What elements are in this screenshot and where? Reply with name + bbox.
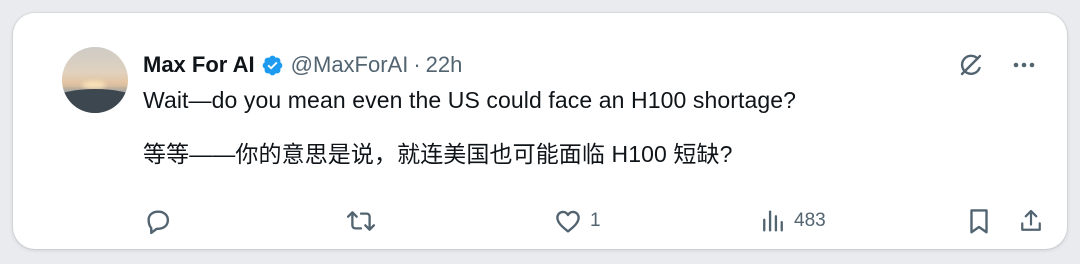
- share-button[interactable]: [1017, 203, 1045, 239]
- retweet-button[interactable]: [345, 203, 384, 239]
- avatar-hills: [62, 89, 128, 113]
- tweet-actions-bar: 1 483: [143, 203, 1041, 239]
- verified-badge-icon[interactable]: [261, 54, 284, 77]
- views-count: 483: [794, 210, 826, 231]
- tweet-top-actions: [955, 49, 1037, 81]
- tweet-text-line: Wait—do you mean even the US could face …: [143, 87, 797, 113]
- grok-icon[interactable]: [955, 49, 987, 81]
- avatar-sunset: [82, 81, 106, 89]
- like-button[interactable]: 1: [553, 203, 601, 239]
- bookmark-icon: [965, 206, 993, 236]
- reply-button[interactable]: [143, 203, 180, 239]
- author-display-name[interactable]: Max For AI: [143, 52, 255, 78]
- bookmark-button[interactable]: [965, 203, 993, 239]
- author-handle[interactable]: @MaxForAI: [291, 52, 409, 78]
- page-background: Max For AI @MaxForAI · 22h Wait—do you m…: [0, 0, 1080, 264]
- like-count: 1: [590, 210, 601, 231]
- views-icon: [759, 207, 787, 235]
- tweet-header: Max For AI @MaxForAI · 22h: [143, 49, 462, 81]
- views-button[interactable]: 483: [759, 203, 826, 239]
- more-icon[interactable]: [1011, 52, 1037, 78]
- separator-dot: ·: [413, 52, 421, 77]
- reply-icon: [143, 206, 173, 236]
- avatar[interactable]: [62, 47, 128, 113]
- tweet-card[interactable]: Max For AI @MaxForAI · 22h Wait—do you m…: [13, 13, 1067, 249]
- heart-icon: [553, 206, 583, 236]
- share-icon: [1017, 206, 1045, 236]
- retweet-icon: [345, 206, 377, 236]
- tweet-timestamp[interactable]: 22h: [426, 52, 463, 78]
- tweet-text-line: 等等——你的意思是说，就连美国也可能面临 H100 短缺?: [143, 141, 733, 167]
